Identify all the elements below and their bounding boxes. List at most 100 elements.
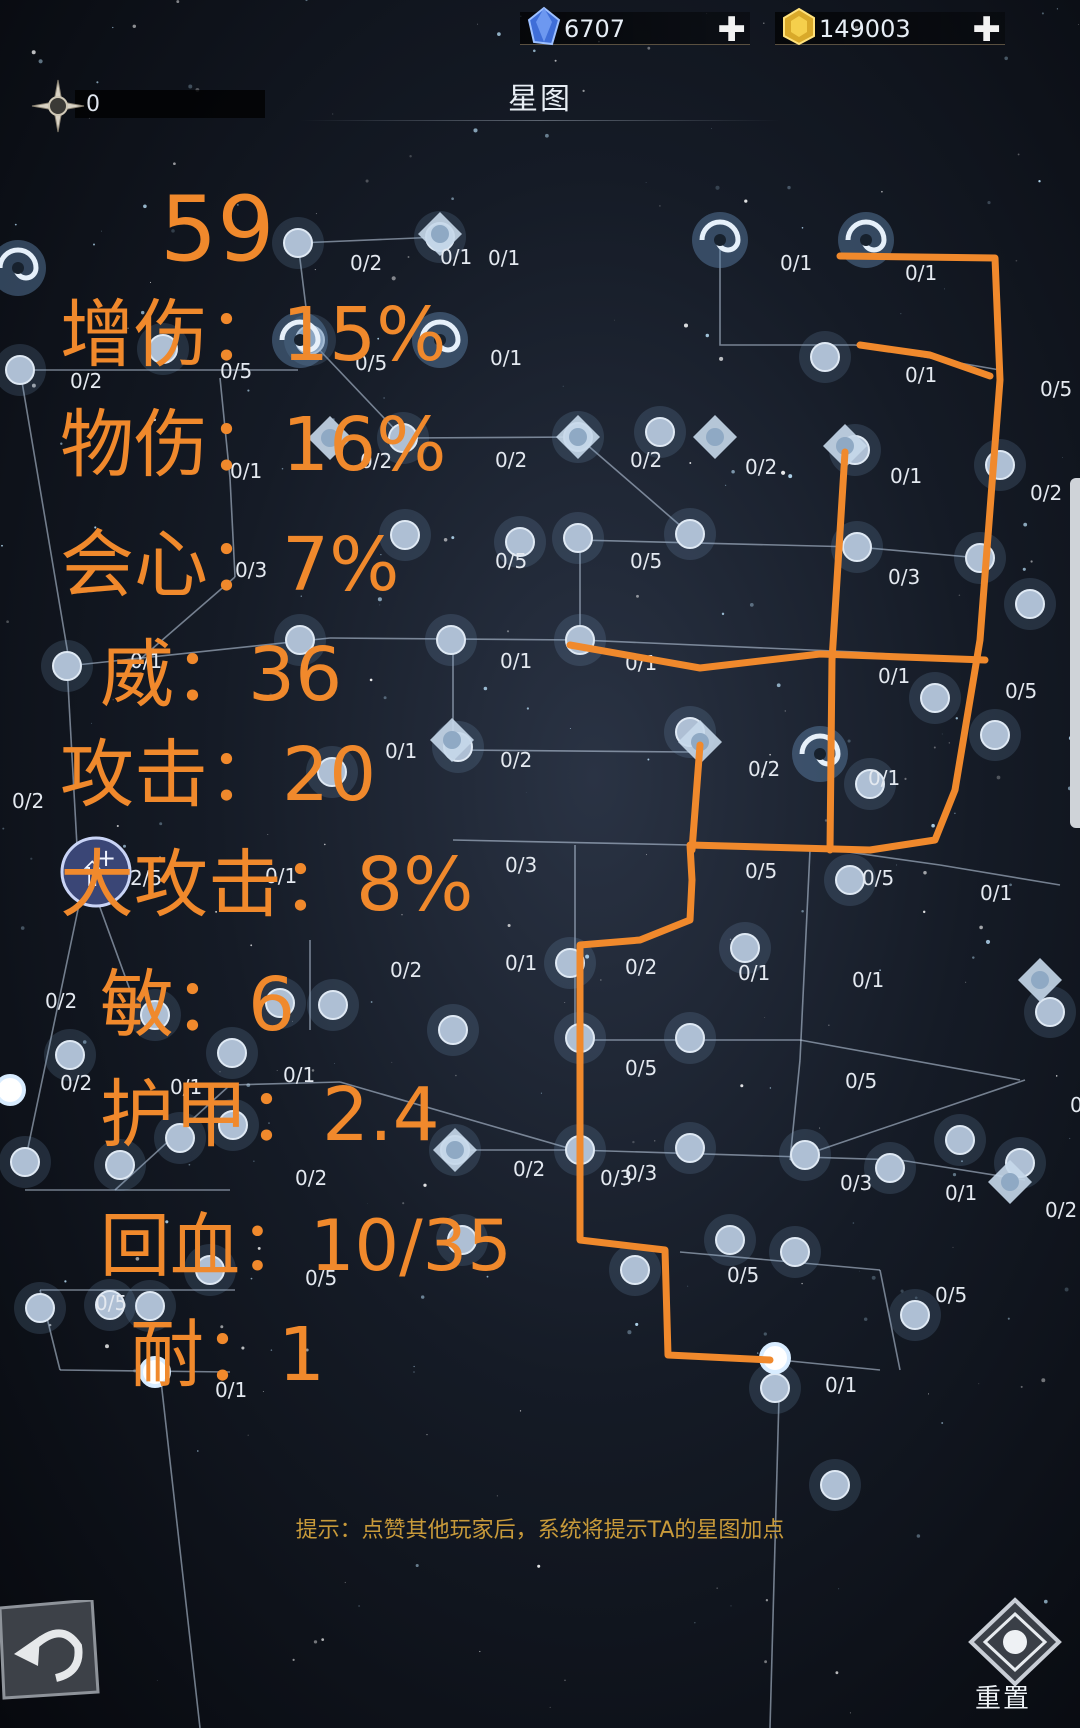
gold-add-button[interactable]: ✚ — [973, 10, 1002, 50]
node-level-label: 0/5 — [355, 351, 387, 375]
star-node[interactable] — [664, 1012, 716, 1064]
star-map[interactable]: ⇧+ 0/10/2 0/1 0/1 0/10/2 0/5 0/5 0/10/10/50/1 0… — [0, 0, 1080, 1728]
star-link — [219, 377, 231, 479]
star-node[interactable] — [1004, 578, 1056, 630]
star-link — [402, 436, 579, 439]
star-node[interactable] — [379, 509, 431, 561]
title-divider — [300, 120, 780, 121]
reset-button[interactable]: 重置 — [975, 1678, 1031, 1715]
star-node[interactable] — [137, 323, 189, 375]
side-scroll-handle[interactable] — [1070, 478, 1080, 828]
star-link — [452, 749, 691, 753]
star-node[interactable] — [184, 1244, 236, 1296]
star-link — [799, 1039, 1021, 1081]
active-star-node[interactable] — [759, 1342, 791, 1374]
star-node[interactable] — [609, 1244, 661, 1296]
star-node[interactable] — [425, 614, 477, 666]
star-link — [574, 1149, 901, 1161]
star-node[interactable] — [664, 508, 716, 560]
star-node[interactable] — [254, 977, 306, 1029]
top-bar: 6707 ✚ 149003 ✚ — [0, 0, 1080, 60]
vortex-node-icon[interactable] — [0, 240, 46, 296]
node-level-label: 0/2 — [70, 369, 102, 393]
arrow-node-icon[interactable] — [308, 416, 352, 460]
star-link — [856, 651, 986, 661]
node-level-label: 0/1 — [868, 766, 900, 790]
star-node[interactable] — [889, 1289, 941, 1341]
star-node[interactable] — [207, 1099, 259, 1151]
star-map-labels: 0/1 0/2 0/1 0/1 0/1 0/2 0/5 0/5 0/1 0/1 0/5 0/1 0/2 0… — [12, 245, 1080, 1402]
node-level-label: 2/5 — [130, 866, 162, 890]
star-node[interactable] — [779, 1129, 831, 1181]
star-node[interactable] — [427, 1004, 479, 1056]
node-level-label: 0/1 — [905, 261, 937, 285]
star-node[interactable] — [974, 439, 1026, 491]
star-node[interactable] — [154, 1112, 206, 1164]
node-level-label: 0/1 — [1070, 1093, 1080, 1117]
blue-crystal-icon — [527, 6, 561, 46]
star-node[interactable] — [129, 989, 181, 1041]
node-level-label: 0/1 — [625, 651, 657, 675]
vortex-node-icon[interactable] — [692, 212, 748, 268]
star-link — [579, 639, 858, 653]
star-link — [779, 1359, 881, 1371]
active-star-node[interactable] — [139, 1356, 171, 1388]
star-node[interactable] — [306, 746, 358, 798]
star-node[interactable] — [769, 1226, 821, 1278]
star-node[interactable] — [664, 1122, 716, 1174]
star-node[interactable] — [552, 512, 604, 564]
star-node[interactable] — [272, 217, 324, 269]
node-level-label: 0/1 — [215, 1378, 247, 1402]
star-link — [799, 849, 811, 1061]
node-level-label: 0/5 — [630, 549, 662, 573]
node-level-label: 0/5 — [1040, 377, 1072, 401]
unlocked-skill-node-icon[interactable]: ⇧+ — [60, 836, 132, 908]
node-level-label: 0/2 — [625, 955, 657, 979]
star-node[interactable] — [554, 1012, 606, 1064]
star-node[interactable] — [969, 709, 1021, 761]
star-node[interactable] — [934, 1114, 986, 1166]
star-node[interactable] — [809, 1459, 861, 1511]
star-link — [19, 369, 71, 667]
node-level-label: 0/3 — [888, 565, 920, 589]
star-node[interactable] — [307, 979, 359, 1031]
star-node[interactable] — [94, 1139, 146, 1191]
star-node[interactable] — [704, 1214, 756, 1266]
node-level-label: 0/2 — [295, 1166, 327, 1190]
node-level-label: 0/5 — [95, 1291, 127, 1315]
star-node[interactable] — [274, 614, 326, 666]
node-level-label: 0/3 — [505, 853, 537, 877]
star-node[interactable] — [41, 640, 93, 692]
gem-amount: 6707 — [564, 15, 626, 43]
vortex-node-icon[interactable] — [792, 726, 848, 782]
star-node[interactable] — [554, 614, 606, 666]
star-node[interactable] — [909, 672, 961, 724]
node-level-label: 0/1 — [265, 864, 297, 888]
star-node[interactable] — [0, 344, 46, 396]
star-link — [689, 751, 701, 846]
gem-counter: 6707 ✚ — [520, 6, 750, 50]
vortex-node-icon[interactable] — [412, 312, 468, 368]
active-star-node[interactable] — [0, 1074, 26, 1106]
star-node[interactable] — [554, 1124, 606, 1176]
node-level-label: 0/1 — [738, 961, 770, 985]
node-level-label: 0/1 — [878, 664, 910, 688]
star-node[interactable] — [799, 331, 851, 383]
back-arrow-icon[interactable] — [0, 1600, 100, 1700]
vortex-node-icon[interactable] — [272, 312, 328, 368]
star-node[interactable] — [544, 937, 596, 989]
star-node[interactable] — [436, 1214, 488, 1266]
node-level-label: 0/2 — [350, 251, 382, 275]
vortex-node-icon[interactable] — [838, 212, 894, 268]
star-node[interactable] — [206, 1027, 258, 1079]
node-level-label: 0/5 — [935, 1283, 967, 1307]
star-node[interactable] — [14, 1282, 66, 1334]
node-level-label: 0/1 — [780, 251, 812, 275]
gem-add-button[interactable]: ✚ — [718, 10, 747, 50]
arrow-node-icon[interactable] — [693, 415, 737, 459]
star-node[interactable] — [831, 521, 883, 573]
star-node[interactable] — [0, 1136, 51, 1188]
star-link — [577, 539, 858, 548]
star-node[interactable] — [954, 532, 1006, 584]
page-title: 星图 — [508, 82, 572, 117]
